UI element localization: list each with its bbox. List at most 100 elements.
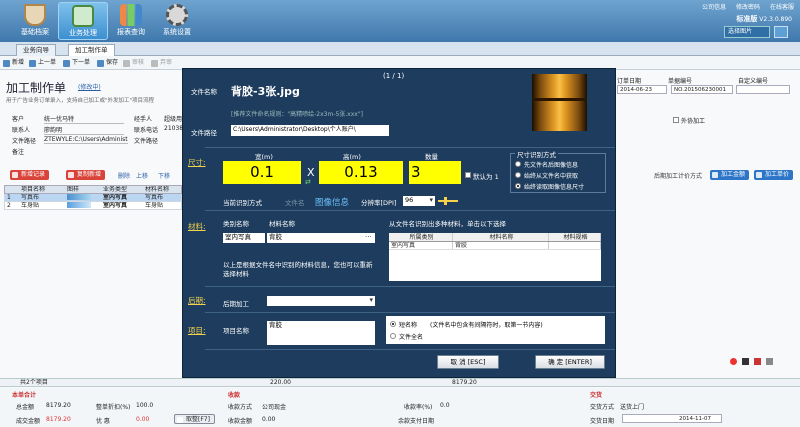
select-image-button[interactable]: 选择图片	[724, 26, 770, 38]
material-table: 所属类别 材料名称 材料规格 室内写真 背胶	[389, 233, 601, 281]
dpi-label: 分辨率[DPI]	[361, 199, 397, 207]
customer-value[interactable]: 统一优马特	[44, 114, 124, 124]
multi-material-hint: 从文件名识别出多种材料，单击以下选择	[389, 220, 506, 228]
calculator-icon	[72, 5, 94, 27]
pay-method-value[interactable]: 公司现金	[262, 402, 286, 411]
dpi-slider[interactable]	[438, 197, 458, 205]
round-button[interactable]: 取整[F7]	[174, 414, 215, 424]
size-mode-radio-2[interactable]	[515, 183, 521, 189]
phone-label: 联系电话	[134, 127, 159, 134]
discount-input[interactable]: 100.0	[136, 402, 153, 409]
total-amount-value: 8179.20	[46, 402, 71, 409]
file-path-input[interactable]: C:\Users\Administrator\Desktop\个人账户\	[231, 125, 389, 136]
default-one-checkbox[interactable]	[465, 172, 471, 178]
category-input[interactable]: 室内写真	[223, 233, 265, 243]
mic-icon[interactable]	[742, 358, 749, 365]
order-no-input[interactable]: NO.201506230001	[671, 85, 733, 94]
custom-no-input[interactable]	[736, 85, 790, 94]
path-value[interactable]: ZTEWYLE:C:\Users\Administ	[44, 136, 128, 144]
cancel-button[interactable]: 取 消 [ESC]	[437, 355, 499, 369]
width-input[interactable]: 0.1	[223, 161, 301, 184]
section-post-label: 后期:	[188, 296, 206, 305]
tab-wizard[interactable]: 业务向导	[16, 44, 56, 56]
link-change-password[interactable]: 修改密码	[736, 4, 760, 11]
short-name-radio[interactable]	[390, 321, 396, 327]
ok-button[interactable]: 确 定 [ENTER]	[535, 355, 605, 369]
phone-value[interactable]: 21038	[164, 125, 182, 132]
outsourcing-checkbox[interactable]	[673, 117, 679, 123]
nav-reports[interactable]: 报表查询	[106, 2, 156, 40]
size-mode-radio-0[interactable]	[515, 161, 521, 167]
preferential-input[interactable]: 0.00	[136, 416, 149, 423]
file-name-label: 文件名称	[191, 88, 217, 96]
table-row[interactable]: 2 车身贴 室内写真 车身贴	[4, 202, 182, 210]
keyboard-icon[interactable]	[754, 358, 761, 365]
delete-link[interactable]: 删除	[118, 171, 130, 180]
quantity-label: 数量	[425, 153, 438, 161]
size-mode-title: 尺寸识别方式	[515, 149, 558, 159]
order-date-input[interactable]: 2014-06-23	[617, 85, 667, 94]
table-row[interactable]: 1 写真布 室内写真 写真布	[4, 194, 182, 202]
recognition-label: 当前识别方式	[223, 199, 262, 207]
new-record-button[interactable]: 新增记录	[10, 170, 50, 180]
naming-rule-hint: [推荐文件命名规则："高精喷绘-2x3m-5张.xxx"]	[231, 111, 363, 118]
grid-header: 项目名称 图样 业务类型 材料名称	[4, 185, 182, 194]
preferential-label: 优 惠	[96, 418, 110, 425]
tools-icon[interactable]	[766, 358, 773, 365]
order-no-label: 单据编号	[668, 78, 693, 85]
copy-new-button[interactable]: 复制新增	[66, 170, 106, 180]
move-down-link[interactable]: 下移	[158, 171, 170, 180]
tb-prev[interactable]: 上一单	[28, 58, 56, 68]
size-mode-option-1: 始终从文件名中获取	[524, 173, 579, 180]
nav-business[interactable]: 业务处理	[58, 2, 108, 40]
move-up-link[interactable]: 上移	[136, 171, 148, 180]
more-icon[interactable]: ···	[365, 233, 372, 241]
pay-amount-input[interactable]: 0.00	[262, 416, 275, 423]
amount-button[interactable]: 加工金额	[710, 170, 750, 180]
section-order-total: 本单合计	[12, 392, 37, 399]
link-company-info[interactable]: 公司信息	[702, 4, 726, 11]
outsourcing-label: 外协加工	[681, 118, 706, 125]
dpi-select[interactable]: 96	[403, 196, 435, 206]
quantity-input[interactable]: 3	[409, 161, 461, 184]
tb-audit[interactable]: 审核	[122, 58, 144, 68]
nav-label: 报表查询	[117, 28, 145, 36]
post-process-select[interactable]	[267, 296, 375, 306]
edition: 标准版	[736, 15, 758, 23]
link-online-service[interactable]: 在线客服	[770, 4, 794, 11]
pay-rate-label: 收款率(%)	[404, 404, 433, 411]
tb-save[interactable]: 保存	[96, 58, 118, 68]
material-input[interactable]: 背胶	[267, 233, 375, 243]
top-links: 公司信息 修改密码 在线客服	[694, 2, 794, 11]
tb-unaudit[interactable]: 弃审	[150, 58, 172, 68]
nav-basic-files[interactable]: 基础档案	[10, 2, 60, 40]
summary-panel: 本单合计 收款 交货 总金额 8179.20 整单折扣(%) 100.0 成交金…	[0, 388, 800, 427]
table-row[interactable]: 室内写真 背胶	[389, 242, 601, 250]
handler-value[interactable]: 超级用户	[164, 114, 182, 123]
section-size-label: 尺寸:	[188, 158, 206, 167]
file-name: 背胶-3张.jpg	[231, 85, 300, 98]
project-name-input[interactable]: 背胶	[267, 321, 375, 345]
tb-next[interactable]: 下一单	[62, 58, 90, 68]
total-rows: 共2个项目	[20, 379, 48, 386]
tab-processing-order[interactable]: 加工制作单	[68, 44, 115, 56]
full-name-radio[interactable]	[390, 333, 396, 339]
delivery-date-label: 交货日期	[590, 418, 615, 425]
swap-icon[interactable]: ⇄	[305, 178, 311, 186]
size-mode-radio-1[interactable]	[515, 172, 521, 178]
deal-label: 成交金额	[16, 418, 41, 425]
delivery-date-input[interactable]: 2014-11-07	[622, 414, 722, 423]
contact-label: 联系人	[12, 127, 31, 134]
contact-value[interactable]: 廖韵明	[44, 125, 124, 135]
skin-icon[interactable]	[774, 26, 788, 38]
customer-label: 客户	[12, 116, 25, 123]
height-input[interactable]: 0.13	[319, 161, 403, 184]
delivery-method-value[interactable]: 送货上门	[620, 402, 644, 411]
logo-s-icon[interactable]	[730, 358, 737, 365]
nav-settings[interactable]: 系统设置	[152, 2, 202, 40]
material-table-header: 所属类别 材料名称 材料规格	[389, 233, 601, 242]
tb-new[interactable]: 新增	[2, 58, 24, 68]
unit-price-button[interactable]: 加工单价	[754, 170, 794, 180]
edit-status-link[interactable]: (修改中)	[78, 82, 101, 91]
material-recognition-dialog: (1 / 1) 文件名称 背胶-3张.jpg [推荐文件命名规则："高精喷绘-2…	[182, 68, 616, 378]
